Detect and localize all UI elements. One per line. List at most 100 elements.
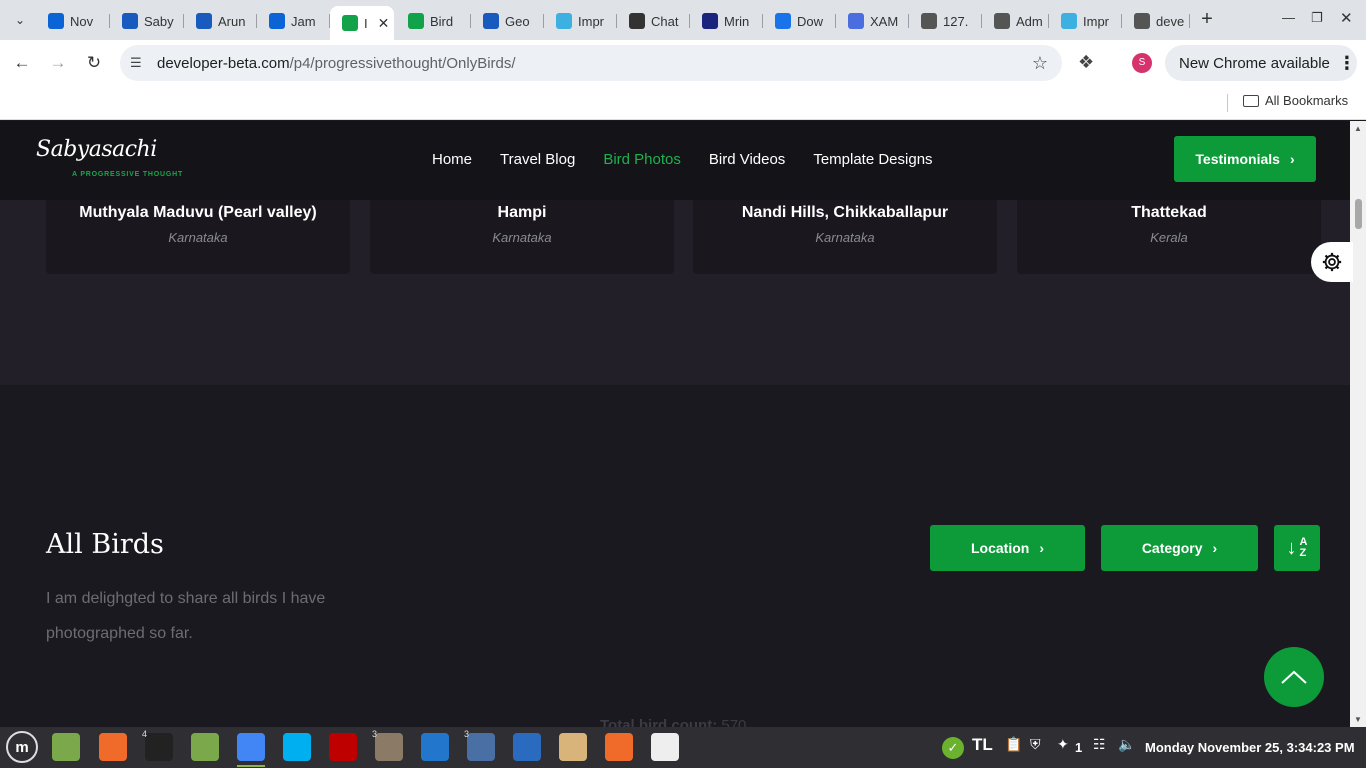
back-button[interactable]: ←	[10, 51, 34, 75]
browser-tab[interactable]: Saby	[110, 8, 184, 34]
all-bookmarks-button[interactable]: All Bookmarks	[1243, 93, 1348, 108]
vscode-icon[interactable]	[421, 733, 449, 761]
browser-tab[interactable]: Nov	[36, 8, 110, 34]
update-chrome-button[interactable]: New Chrome available ⋮	[1165, 45, 1357, 81]
clipboard-icon[interactable]: 📋	[1005, 736, 1022, 753]
gimp-icon[interactable]: 3	[372, 729, 403, 761]
browser-tab[interactable]: Impr	[1049, 8, 1122, 34]
mail-icon[interactable]: 3	[464, 729, 495, 761]
browser-tab[interactable]: XAM	[836, 8, 909, 34]
update-manager-icon[interactable]: ✓	[942, 737, 964, 759]
notification-icon[interactable]: ✦	[1057, 736, 1069, 753]
chevron-right-icon: ›	[1289, 151, 1295, 167]
menu-item-template-designs[interactable]: Template Designs	[813, 151, 932, 168]
place-name: Nandi Hills, Chikkaballapur	[741, 204, 949, 221]
browser-tab[interactable]: Jam	[257, 8, 330, 34]
firefox-icon[interactable]	[99, 733, 127, 761]
menu-item-home[interactable]: Home	[432, 151, 472, 168]
category-filter-button[interactable]: Category ›	[1101, 525, 1258, 571]
scrollbar-thumb[interactable]	[1355, 199, 1362, 229]
minimize-button[interactable]: —	[1282, 10, 1295, 25]
pen-icon[interactable]	[605, 733, 633, 761]
menu-item-bird-photos[interactable]: Bird Photos	[603, 151, 681, 168]
place-card[interactable]: Nandi Hills, Chikkaballapur Karnataka	[693, 200, 997, 274]
arrow-right-icon: →	[49, 53, 67, 72]
url-host: developer-beta.com	[157, 54, 290, 72]
settings-icon[interactable]	[651, 733, 679, 761]
extensions-icon[interactable]: ❖	[1078, 52, 1094, 73]
sort-az-button[interactable]: ↓ AZ	[1274, 525, 1320, 571]
browser-tab[interactable]: Dow	[763, 8, 836, 34]
place-card[interactable]: Hampi Karnataka	[370, 200, 674, 274]
browser-tab[interactable]: Mrin	[690, 8, 763, 34]
browser-tab[interactable]: Arun	[184, 8, 257, 34]
scroll-down-arrow-icon[interactable]: ▼	[1354, 715, 1362, 724]
close-tab-icon[interactable]: ✕	[378, 15, 390, 32]
place-card[interactable]: Thattekad Kerala	[1017, 200, 1321, 274]
skype-icon[interactable]	[283, 733, 311, 761]
total-count-label: Total bird count:	[600, 717, 718, 727]
archive-icon[interactable]	[559, 733, 587, 761]
tl-tray-icon[interactable]: TL	[972, 735, 993, 755]
shield-icon[interactable]: ⛨	[1030, 736, 1041, 753]
tab-search-button[interactable]: ⌄	[8, 8, 32, 32]
browser-tab[interactable]: Chat	[617, 8, 690, 34]
clock[interactable]: Monday November 25, 3:34:23 PM	[1145, 740, 1355, 755]
reload-button[interactable]: ↻	[82, 51, 106, 75]
tab-title: Dow	[797, 13, 824, 29]
profile-avatar[interactable]: S	[1132, 53, 1152, 73]
address-bar[interactable]: ☰ developer-beta.com/p4/progressivethoug…	[120, 45, 1062, 81]
testimonials-button[interactable]: Testimonials ›	[1174, 136, 1316, 182]
update-label: New Chrome available	[1179, 54, 1330, 72]
bookmarks-bar: All Bookmarks	[0, 86, 1366, 120]
location-label: Location	[970, 540, 1030, 556]
theme-settings-button[interactable]	[1311, 242, 1353, 282]
forward-button[interactable]: →	[46, 51, 70, 75]
tab-separator	[1189, 14, 1190, 28]
network-icon[interactable]: ☷	[1093, 736, 1106, 753]
url-path: /p4/progressivethought/OnlyBirds/	[289, 54, 516, 72]
reload-icon: ↻	[86, 53, 102, 72]
site-logo[interactable]: Sabyasachi A PROGRESSIVE THOUGHT	[36, 137, 182, 178]
menu-item-bird-videos[interactable]: Bird Videos	[709, 151, 785, 168]
menu-item-travel-blog[interactable]: Travel Blog	[500, 151, 575, 168]
browser-tab[interactable]: Adm	[982, 8, 1049, 34]
browser-tab[interactable]: Impr	[544, 8, 617, 34]
scroll-to-top-button[interactable]	[1264, 647, 1324, 707]
pt-icon	[342, 15, 358, 31]
chrome-icon[interactable]	[237, 733, 265, 761]
logo-script: Sabyasachi	[36, 137, 157, 162]
arrow-left-icon: ←	[13, 53, 31, 72]
browser-tab[interactable]: Geo	[471, 8, 544, 34]
place-name: Muthyala Maduvu (Pearl valley)	[79, 204, 317, 221]
folder-icon[interactable]	[191, 733, 219, 761]
filezilla-icon[interactable]	[329, 733, 357, 761]
browser-tab[interactable]: deve	[1122, 8, 1190, 34]
tab-title: Jam	[291, 13, 316, 29]
browser-tab[interactable]: 127.	[909, 8, 982, 34]
volume-icon[interactable]: 🔈	[1118, 736, 1135, 753]
spark-icon	[1061, 13, 1077, 29]
terminal-icon[interactable]: 4	[142, 729, 173, 761]
site-info-icon[interactable]: ☰	[130, 55, 146, 71]
app-window-count: 4	[142, 729, 148, 739]
maximize-button[interactable]: ❐	[1311, 10, 1323, 26]
place-card[interactable]: Muthyala Maduvu (Pearl valley) Karnataka	[46, 200, 350, 274]
scroll-up-arrow-icon[interactable]: ▲	[1354, 124, 1362, 133]
bookmark-star-icon[interactable]: ☆	[1032, 53, 1048, 74]
taskbar: m 4 3 3 ✓ TL 📋 ⛨ ✦ 1 ☷ 🔈 Monday November 2…	[0, 727, 1366, 768]
close-window-button[interactable]: ✕	[1340, 9, 1353, 27]
browser-tab[interactable]: Bird	[396, 8, 471, 34]
tab-title: I	[364, 15, 368, 31]
tab-title: Chat	[651, 13, 679, 29]
category-label: Category	[1141, 540, 1203, 556]
page-scrollbar[interactable]: ▲ ▼	[1350, 121, 1366, 727]
tab-title: Saby	[144, 13, 174, 29]
files-icon[interactable]	[52, 733, 80, 761]
writer-icon[interactable]	[513, 733, 541, 761]
start-menu-button[interactable]: m	[6, 731, 38, 763]
browser-tab[interactable]: I ✕	[330, 6, 394, 40]
new-tab-button[interactable]: +	[1196, 9, 1218, 31]
places-section: Muthyala Maduvu (Pearl valley) Karnataka…	[0, 200, 1350, 385]
location-filter-button[interactable]: Location ›	[930, 525, 1085, 571]
